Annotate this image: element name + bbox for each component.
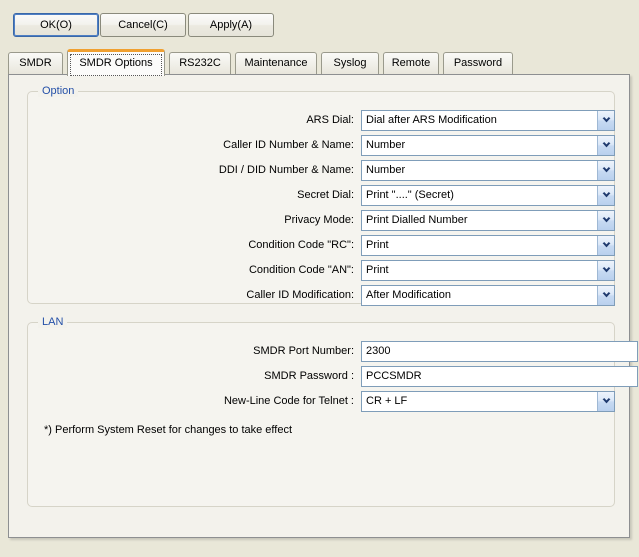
- lan-group-legend: LAN: [38, 316, 67, 328]
- lan-field-row: SMDR Port Number: 2300: [28, 341, 614, 362]
- chevron-down-icon: [602, 167, 611, 174]
- tab-rs232c[interactable]: RS232C: [169, 52, 231, 75]
- lan-field-row: New-Line Code for Telnet : CR + LF: [28, 391, 614, 412]
- chevron-down-icon[interactable]: [597, 186, 614, 205]
- new-line-code-for-telnet-selected-value: CR + LF: [366, 392, 594, 411]
- tab-smdr-options[interactable]: SMDR Options: [67, 49, 165, 76]
- chevron-down-icon[interactable]: [597, 211, 614, 230]
- chevron-down-icon[interactable]: [597, 136, 614, 155]
- option-field-row: Caller ID Modification: After Modificatio…: [28, 285, 614, 306]
- chevron-down-icon[interactable]: [597, 286, 614, 305]
- option-group-legend: Option: [38, 85, 78, 97]
- smdr-port-number-input[interactable]: 2300: [361, 341, 638, 362]
- option-field-row: Secret Dial: Print "...." (Secret): [28, 185, 614, 206]
- lan-field-row: SMDR Password : PCCSMDR: [28, 366, 614, 387]
- tab-password[interactable]: Password: [443, 52, 513, 75]
- condition-code-rc-selected-value: Print: [366, 236, 594, 255]
- chevron-down-icon: [602, 292, 611, 299]
- tab-panel-smdr-options: Option ARS Dial: Dial after ARS Modificat…: [8, 74, 630, 538]
- ars-dial-select[interactable]: Dial after ARS Modification: [361, 110, 615, 131]
- tab-label: Password: [454, 57, 502, 69]
- new-line-code-for-telnet-select[interactable]: CR + LF: [361, 391, 615, 412]
- chevron-down-icon: [602, 217, 611, 224]
- smdr-port-number-value: 2300: [366, 342, 390, 361]
- ok-button[interactable]: OK(O): [13, 13, 99, 37]
- option-field-label: Caller ID Number & Name:: [28, 135, 354, 156]
- tab-maintenance[interactable]: Maintenance: [235, 52, 317, 75]
- option-field-label: Secret Dial:: [28, 185, 354, 206]
- cancel-button[interactable]: Cancel(C): [100, 13, 186, 37]
- chevron-down-icon[interactable]: [597, 392, 614, 411]
- caller-id-number-name-selected-value: Number: [366, 136, 594, 155]
- tab-label: SMDR Options: [79, 57, 152, 69]
- option-field-label: ARS Dial:: [28, 110, 354, 131]
- option-field-row: Privacy Mode: Print Dialled Number: [28, 210, 614, 231]
- option-field-row: DDI / DID Number & Name: Number: [28, 160, 614, 181]
- tab-syslog[interactable]: Syslog: [321, 52, 379, 75]
- smdr-password-input[interactable]: PCCSMDR: [361, 366, 638, 387]
- option-field-row: ARS Dial: Dial after ARS Modification: [28, 110, 614, 131]
- option-group: Option ARS Dial:Dial after ARS Modificat…: [27, 91, 615, 304]
- system-reset-note: *) Perform System Reset for changes to t…: [44, 424, 292, 436]
- option-field-label: Caller ID Modification:: [28, 285, 354, 306]
- tab-smdr[interactable]: SMDR: [8, 52, 63, 75]
- chevron-down-icon: [602, 267, 611, 274]
- ddi-did-number-name-select[interactable]: Number: [361, 160, 615, 181]
- option-field-label: Condition Code "RC":: [28, 235, 354, 256]
- chevron-down-icon: [602, 398, 611, 405]
- chevron-down-icon: [602, 242, 611, 249]
- tab-remote[interactable]: Remote: [383, 52, 439, 75]
- option-field-row: Caller ID Number & Name: Number: [28, 135, 614, 156]
- chevron-down-icon: [602, 192, 611, 199]
- condition-code-rc-select[interactable]: Print: [361, 235, 615, 256]
- lan-field-label: SMDR Port Number:: [28, 341, 354, 362]
- tab-strip: SMDR SMDR Options RS232C Maintenance Syslog R…: [8, 49, 630, 75]
- option-field-row: Condition Code "AN": Print: [28, 260, 614, 281]
- ddi-did-number-name-selected-value: Number: [366, 161, 594, 180]
- option-field-row: Condition Code "RC": Print: [28, 235, 614, 256]
- chevron-down-icon[interactable]: [597, 236, 614, 255]
- option-field-label: DDI / DID Number & Name:: [28, 160, 354, 181]
- option-field-label: Privacy Mode:: [28, 210, 354, 231]
- tab-label: RS232C: [179, 57, 221, 69]
- apply-button[interactable]: Apply(A): [188, 13, 274, 37]
- caller-id-modification-selected-value: After Modification: [366, 286, 594, 305]
- caller-id-modification-select[interactable]: After Modification: [361, 285, 615, 306]
- chevron-down-icon[interactable]: [597, 261, 614, 280]
- chevron-down-icon: [602, 117, 611, 124]
- caller-id-number-name-select[interactable]: Number: [361, 135, 615, 156]
- condition-code-an-select[interactable]: Print: [361, 260, 615, 281]
- ars-dial-selected-value: Dial after ARS Modification: [366, 111, 594, 130]
- dialog-button-row: OK(O) Cancel(C) Apply(A): [0, 0, 639, 44]
- privacy-mode-select[interactable]: Print Dialled Number: [361, 210, 615, 231]
- chevron-down-icon: [602, 142, 611, 149]
- tab-label: Maintenance: [245, 57, 308, 69]
- tab-label: Remote: [392, 57, 431, 69]
- tab-label: SMDR: [19, 57, 51, 69]
- condition-code-an-selected-value: Print: [366, 261, 594, 280]
- tab-label: Syslog: [333, 57, 366, 69]
- secret-dial-selected-value: Print "...." (Secret): [366, 186, 594, 205]
- secret-dial-select[interactable]: Print "...." (Secret): [361, 185, 615, 206]
- chevron-down-icon[interactable]: [597, 111, 614, 130]
- smdr-password-value: PCCSMDR: [366, 367, 422, 386]
- privacy-mode-selected-value: Print Dialled Number: [366, 211, 594, 230]
- lan-field-label: New-Line Code for Telnet :: [28, 391, 354, 412]
- lan-field-label: SMDR Password :: [28, 366, 354, 387]
- chevron-down-icon[interactable]: [597, 161, 614, 180]
- option-field-label: Condition Code "AN":: [28, 260, 354, 281]
- lan-group: LAN SMDR Port Number:2300SMDR Password :…: [27, 322, 615, 507]
